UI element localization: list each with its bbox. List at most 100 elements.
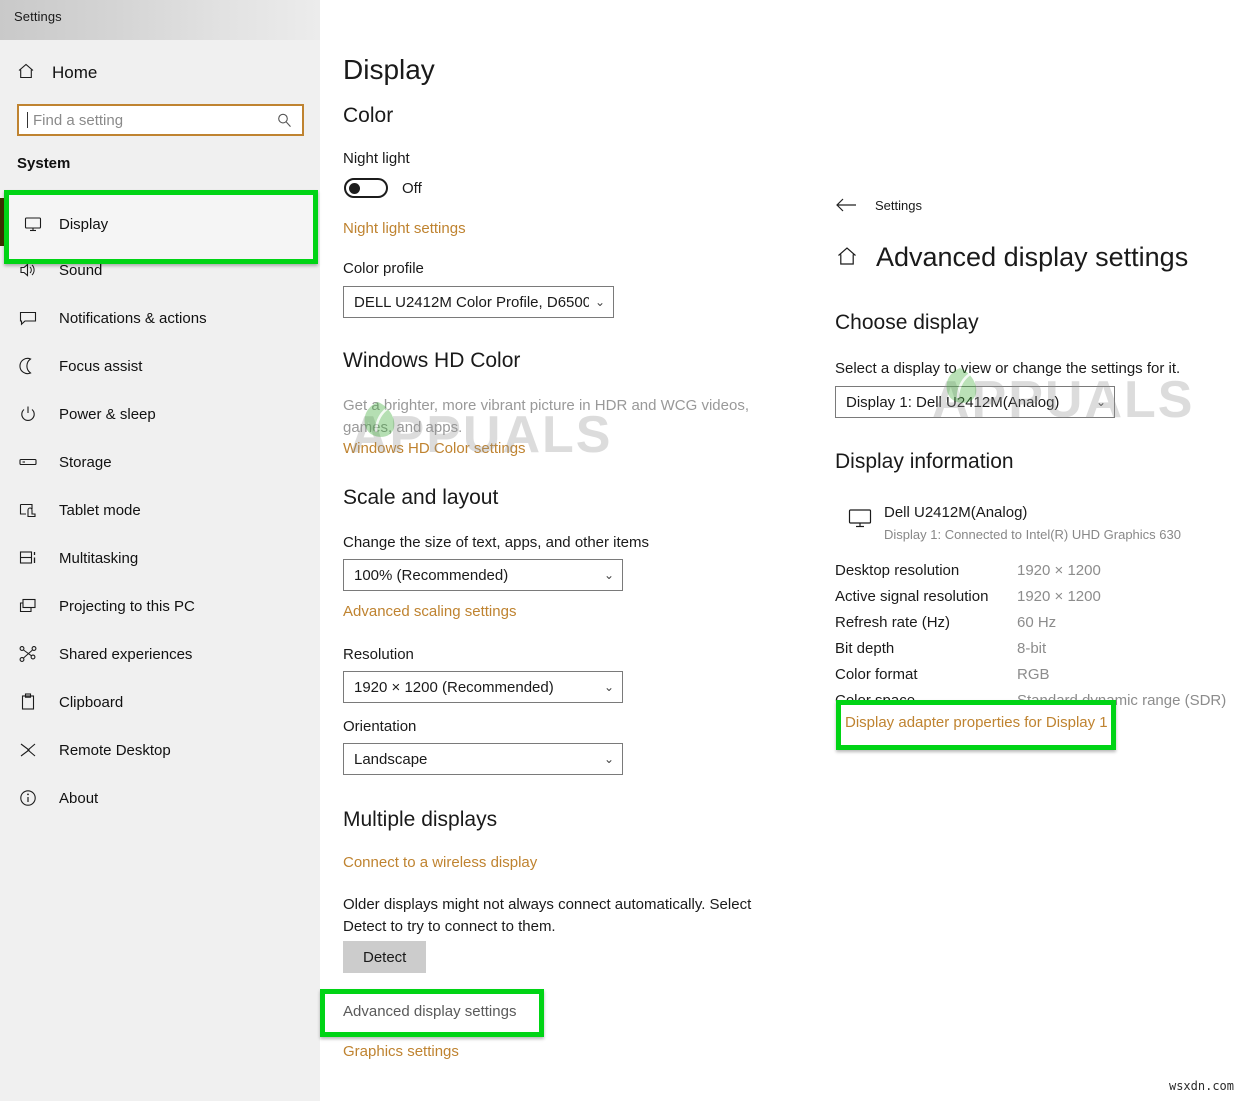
- chevron-down-icon: ⌄: [603, 568, 614, 582]
- watermark-corner: wsxdn.com: [1168, 1079, 1234, 1093]
- advanced-display-settings-link-text[interactable]: Advanced display settings: [343, 1003, 516, 1020]
- sidebar-item-projecting[interactable]: Projecting to this PC: [0, 582, 320, 630]
- color-profile-label: Color profile: [343, 260, 424, 277]
- chevron-down-icon: ⌄: [603, 752, 614, 766]
- info-key: Refresh rate (Hz): [835, 613, 951, 631]
- home-icon[interactable]: [835, 244, 859, 273]
- sidebar-item-home[interactable]: Home: [0, 56, 320, 90]
- chevron-down-icon: ⌄: [594, 295, 605, 309]
- scale-size-select[interactable]: 100% (Recommended) ⌄: [343, 559, 623, 591]
- sidebar-item-label: Display: [59, 216, 109, 233]
- sidebar-item-power-sleep[interactable]: Power & sleep: [0, 390, 320, 438]
- panel-back-label: Settings: [875, 198, 922, 213]
- night-light-settings-link[interactable]: Night light settings: [343, 220, 466, 237]
- graphics-settings-link[interactable]: Graphics settings: [343, 1043, 459, 1060]
- info-value: 60 Hz: [1017, 613, 1057, 631]
- panel-title: Advanced display settings: [876, 242, 1189, 272]
- selected-indicator-bar: [0, 198, 4, 246]
- advanced-scaling-link[interactable]: Advanced scaling settings: [343, 603, 516, 620]
- sidebar-item-label: Storage: [59, 453, 112, 471]
- night-light-toggle[interactable]: [344, 178, 388, 198]
- sidebar-item-storage[interactable]: Storage: [0, 438, 320, 486]
- wireless-display-link[interactable]: Connect to a wireless display: [343, 854, 537, 871]
- info-value: 1920 × 1200: [1017, 587, 1101, 605]
- sidebar-item-remote-desktop[interactable]: Remote Desktop: [0, 726, 320, 774]
- orientation-label: Orientation: [343, 718, 417, 735]
- sidebar-item-about[interactable]: About: [0, 774, 320, 822]
- sidebar-item-label: Focus assist: [59, 357, 143, 375]
- sidebar-item-clipboard[interactable]: Clipboard: [0, 678, 320, 726]
- display-select-value: Display 1: Dell U2412M(Analog): [846, 393, 1060, 411]
- display-information-table: Desktop resolution 1920 × 1200 Active si…: [835, 557, 1235, 713]
- resolution-value: 1920 × 1200 (Recommended): [354, 678, 554, 696]
- night-light-state: Off: [402, 179, 422, 197]
- sidebar-item-label: Remote Desktop: [59, 741, 171, 759]
- info-key: Desktop resolution: [835, 561, 960, 579]
- settings-window: Settings Home System Display: [0, 0, 1242, 1101]
- hd-color-settings-link[interactable]: Windows HD Color settings: [343, 440, 526, 457]
- sidebar-item-shared-experiences[interactable]: Shared experiences: [0, 630, 320, 678]
- display-select[interactable]: Display 1: Dell U2412M(Analog) ⌄: [835, 386, 1115, 418]
- sidebar-item-label: Multitasking: [59, 549, 139, 567]
- info-key: Active signal resolution: [835, 587, 989, 605]
- clipboard-icon: [17, 692, 39, 712]
- search-input[interactable]: [28, 111, 276, 129]
- display-adapter-properties-link-text[interactable]: Display adapter properties for Display 1: [845, 714, 1108, 731]
- orientation-select[interactable]: Landscape ⌄: [343, 743, 623, 775]
- table-row: Active signal resolution 1920 × 1200: [835, 583, 1235, 609]
- section-heading-scale: Scale and layout: [343, 486, 499, 509]
- section-heading-hd-color: Windows HD Color: [343, 349, 521, 372]
- choose-display-sub: Select a display to view or change the s…: [835, 360, 1181, 377]
- toggle-knob: [349, 183, 360, 194]
- scale-size-label: Change the size of text, apps, and other…: [343, 534, 650, 551]
- display-information-heading: Display information: [835, 450, 1014, 473]
- info-value: RGB: [1017, 665, 1050, 683]
- main-content: Display Color Night light Off Night ligh…: [320, 0, 1242, 1101]
- window-title: Settings: [14, 9, 62, 24]
- info-value: 8-bit: [1017, 639, 1047, 657]
- sidebar-item-focus-assist[interactable]: Focus assist: [0, 342, 320, 390]
- sidebar-item-tablet-mode[interactable]: Tablet mode: [0, 486, 320, 534]
- sidebar-item-label: Tablet mode: [59, 501, 141, 519]
- detect-button[interactable]: Detect: [343, 941, 427, 973]
- sidebar-item-label: Shared experiences: [59, 645, 193, 663]
- color-profile-value: DELL U2412M Color Profile, D6500: [354, 293, 589, 311]
- highlight-fill-display-item: [9, 195, 313, 259]
- sidebar-item-multitasking[interactable]: Multitasking: [0, 534, 320, 582]
- monitor-icon: [23, 214, 43, 239]
- home-icon: [16, 61, 36, 86]
- search-icon[interactable]: [276, 112, 293, 129]
- section-heading-multiple-displays: Multiple displays: [343, 808, 498, 831]
- scale-size-value: 100% (Recommended): [354, 566, 509, 584]
- detect-note: Older displays might not always connect …: [343, 896, 752, 935]
- page-title: Display: [343, 54, 435, 85]
- sidebar-item-label: Power & sleep: [59, 405, 156, 423]
- sidebar: Settings Home System Display: [0, 0, 320, 1101]
- chevron-down-icon: ⌄: [1095, 395, 1106, 409]
- night-light-toggle-row: Off: [344, 178, 422, 198]
- table-row: Desktop resolution 1920 × 1200: [835, 557, 1235, 583]
- monitor-icon: [848, 508, 872, 533]
- monitor-connection: Display 1: Connected to Intel(R) UHD Gra…: [884, 527, 1181, 542]
- info-value: 1920 × 1200: [1017, 561, 1101, 579]
- drive-icon: [17, 452, 39, 472]
- sidebar-nav: Display Sound Notifications & actions Fo…: [0, 198, 320, 822]
- orientation-value: Landscape: [354, 750, 428, 768]
- moon-icon: [17, 356, 39, 376]
- sidebar-item-label: Notifications & actions: [59, 309, 207, 327]
- night-light-label: Night light: [343, 150, 410, 167]
- sidebar-item-label: Sound: [59, 261, 103, 279]
- info-key: Color format: [835, 665, 918, 683]
- sidebar-item-label: Clipboard: [59, 693, 124, 711]
- resolution-select[interactable]: 1920 × 1200 (Recommended) ⌄: [343, 671, 623, 703]
- back-arrow-icon[interactable]: [835, 197, 857, 218]
- share-nodes-icon: [17, 644, 39, 664]
- monitor-name: Dell U2412M(Analog): [884, 504, 1028, 521]
- search-box[interactable]: [17, 104, 304, 136]
- section-heading-color: Color: [343, 104, 394, 127]
- speaker-icon: [17, 260, 39, 280]
- sidebar-item-notifications[interactable]: Notifications & actions: [0, 294, 320, 342]
- multitask-icon: [17, 548, 39, 568]
- resolution-label: Resolution: [343, 646, 414, 663]
- color-profile-select[interactable]: DELL U2412M Color Profile, D6500 ⌄: [343, 286, 614, 318]
